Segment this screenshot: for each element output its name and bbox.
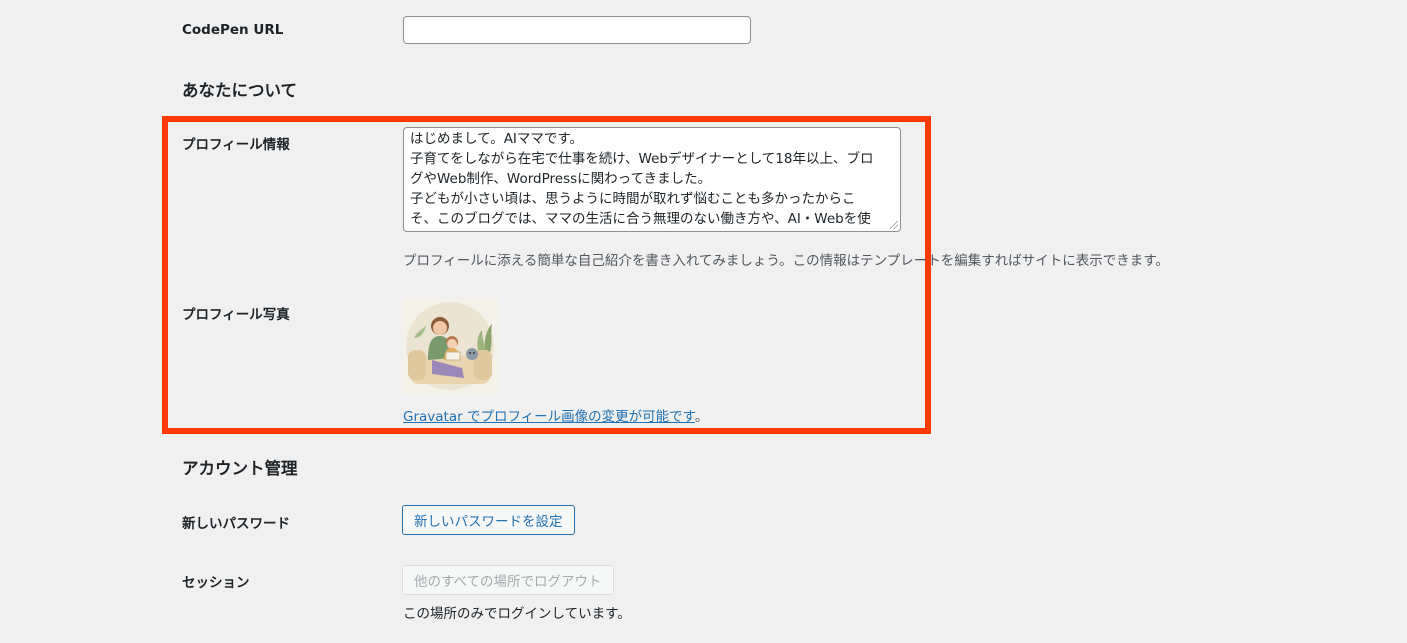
set-new-password-button[interactable]: 新しいパスワードを設定 (402, 505, 575, 535)
bio-line: はじめまして。AIママです。 (410, 131, 584, 147)
session-label: セッション (182, 575, 250, 591)
gravatar-link[interactable]: Gravatar でプロフィール画像の変更が可能です (403, 409, 695, 425)
codepen-url-label: CodePen URL (182, 22, 284, 38)
profile-info-label: プロフィール情報 (182, 137, 290, 153)
profile-info-description: プロフィールに添える簡単な自己紹介を書き入れてみましょう。この情報はテンプレート… (403, 253, 1169, 269)
new-password-label: 新しいパスワード (182, 516, 290, 532)
profile-info-textarea[interactable]: はじめまして。AIママです。 子育てをしながら在宅で仕事を続け、Webデザイナー… (403, 127, 901, 232)
resize-grip-icon[interactable] (890, 221, 898, 229)
gravatar-suffix: 。 (694, 409, 709, 425)
avatar-illustration-icon (402, 298, 498, 394)
codepen-url-input[interactable] (403, 16, 751, 44)
profile-photo-label: プロフィール写真 (182, 307, 290, 323)
bio-line: グやWeb制作、WordPressに関わってきました。 (410, 171, 712, 187)
avatar (402, 298, 498, 394)
bio-line: そ、このブログでは、ママの生活に合う無理のない働き方や、AI・Webを使 (410, 211, 871, 227)
session-note: この場所のみでログインしています。 (403, 606, 631, 622)
bio-line: 子どもが小さい頃は、思うように時間が取れず悩むことも多かったからこ (410, 191, 856, 207)
bio-line: 子育てをしながら在宅で仕事を続け、Webデザイナーとして18年以上、ブロ (410, 151, 874, 167)
about-section-title: あなたについて (182, 81, 298, 100)
logout-everywhere-button[interactable]: 他のすべての場所でログアウト (402, 565, 614, 595)
account-section-title: アカウント管理 (182, 459, 298, 478)
